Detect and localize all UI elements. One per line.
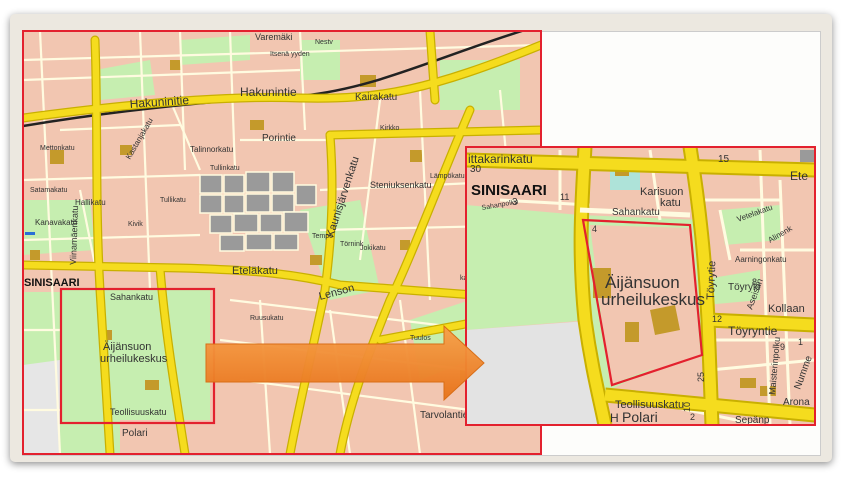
label-kivik: Kivik [128,221,143,228]
label-zoom-arona: Arona [783,397,810,408]
label-itsenaisyyden: Itsenä yyden [270,51,310,58]
label-zoom-num-10: 10 [682,402,692,412]
label-tuulos: Tuulos [410,335,431,342]
label-zoom-toyryntie: Töyryntie [728,324,778,338]
label-zoom-toyrytie: Töyrytie [705,261,718,301]
map-figure: Hakuninitie Hakunintie Kairakatu Porinti… [22,25,816,455]
zoom-map[interactable]: ittakarinkatu Ete SINISAARI Karisuon kat… [466,147,815,426]
label-zoom-num-4: 4 [592,224,597,234]
label-zoom-aarningonkatu: Aarningonkatu [735,255,787,264]
label-jokikatu: Jokikatu [360,245,386,252]
label-tullinkatu: Tullinkatu [210,165,240,172]
label-lampokatu: Lämpökatu [430,173,465,180]
label-zoom-facility-line2: urheilukeskus [601,290,705,309]
label-tornink: Törnink [340,241,364,248]
label-polari: Polari [122,428,148,439]
label-zoom-num-8: 8 [752,277,757,287]
label-kirkko: Kirkko [380,125,400,132]
label-teollisuuskatu: Teollisuuskatu [110,407,167,417]
label-kairakatu: Kairakatu [355,92,397,103]
label-zoom-katu: katu [660,197,681,209]
label-zoom-num-9: 9 [780,342,785,352]
label-zoom-num-3: 3 [512,197,518,208]
label-varemaki: Varemäki [255,32,292,42]
label-tempo: Tempo [312,233,333,240]
label-zoom-ete: Ete [790,169,808,183]
label-sahankatu: Sahankatu [110,292,153,302]
label-zoom-num-2: 2 [690,412,695,422]
label-zoom-num-15: 15 [718,154,730,165]
label-zoom-kollaan: Kollaan [768,303,805,315]
water-mark [25,232,35,235]
label-tarvolantie: Tarvolantie [420,410,469,421]
label-hallikatu: Hallikatu [75,198,106,207]
label-talinnorkatu: Talinnorkatu [190,145,233,154]
label-zoom-num-25: 25 [696,372,706,382]
label-zoom-num-30: 30 [470,164,482,175]
label-zoom-num-11: 11 [560,192,569,202]
label-facility-line1: Äijänsuon [103,341,151,353]
label-porintie: Porintie [262,133,296,144]
label-satamakatu: Satamakatu [30,187,67,194]
zoom-park-west [466,205,590,330]
label-zoom-polari: Polari [622,409,658,425]
label-viinamaenkatu: Viinamäenkatu [68,205,80,265]
label-zoom-num-1: 1 [798,337,803,347]
label-hakunintie: Hakunintie [240,85,297,99]
label-facility-line2: urheilukeskus [100,353,168,365]
overview-map[interactable]: Hakuninitie Hakunintie Kairakatu Porinti… [23,25,541,454]
label-mettonkatu: Mettonkatu [40,145,75,152]
label-tullikatu: Tullikatu [160,197,186,204]
label-ruusukatu: Ruusukatu [250,315,284,322]
label-zoom-sahankatu: Sahankatu [612,207,660,218]
label-zoom-h: H [610,411,619,425]
overview-empty-area [23,360,60,454]
label-etelakatu: Eteläkatu [232,265,278,277]
label-zoom-sinisaari: SINISAARI [471,182,547,199]
label-nestv: Nestv [315,39,333,46]
label-sinisaari-overview: SINISAARI [24,277,80,289]
label-steniuksenkatu: Steniuksenkatu [370,180,432,190]
label-zoom-num-12: 12 [712,314,722,324]
